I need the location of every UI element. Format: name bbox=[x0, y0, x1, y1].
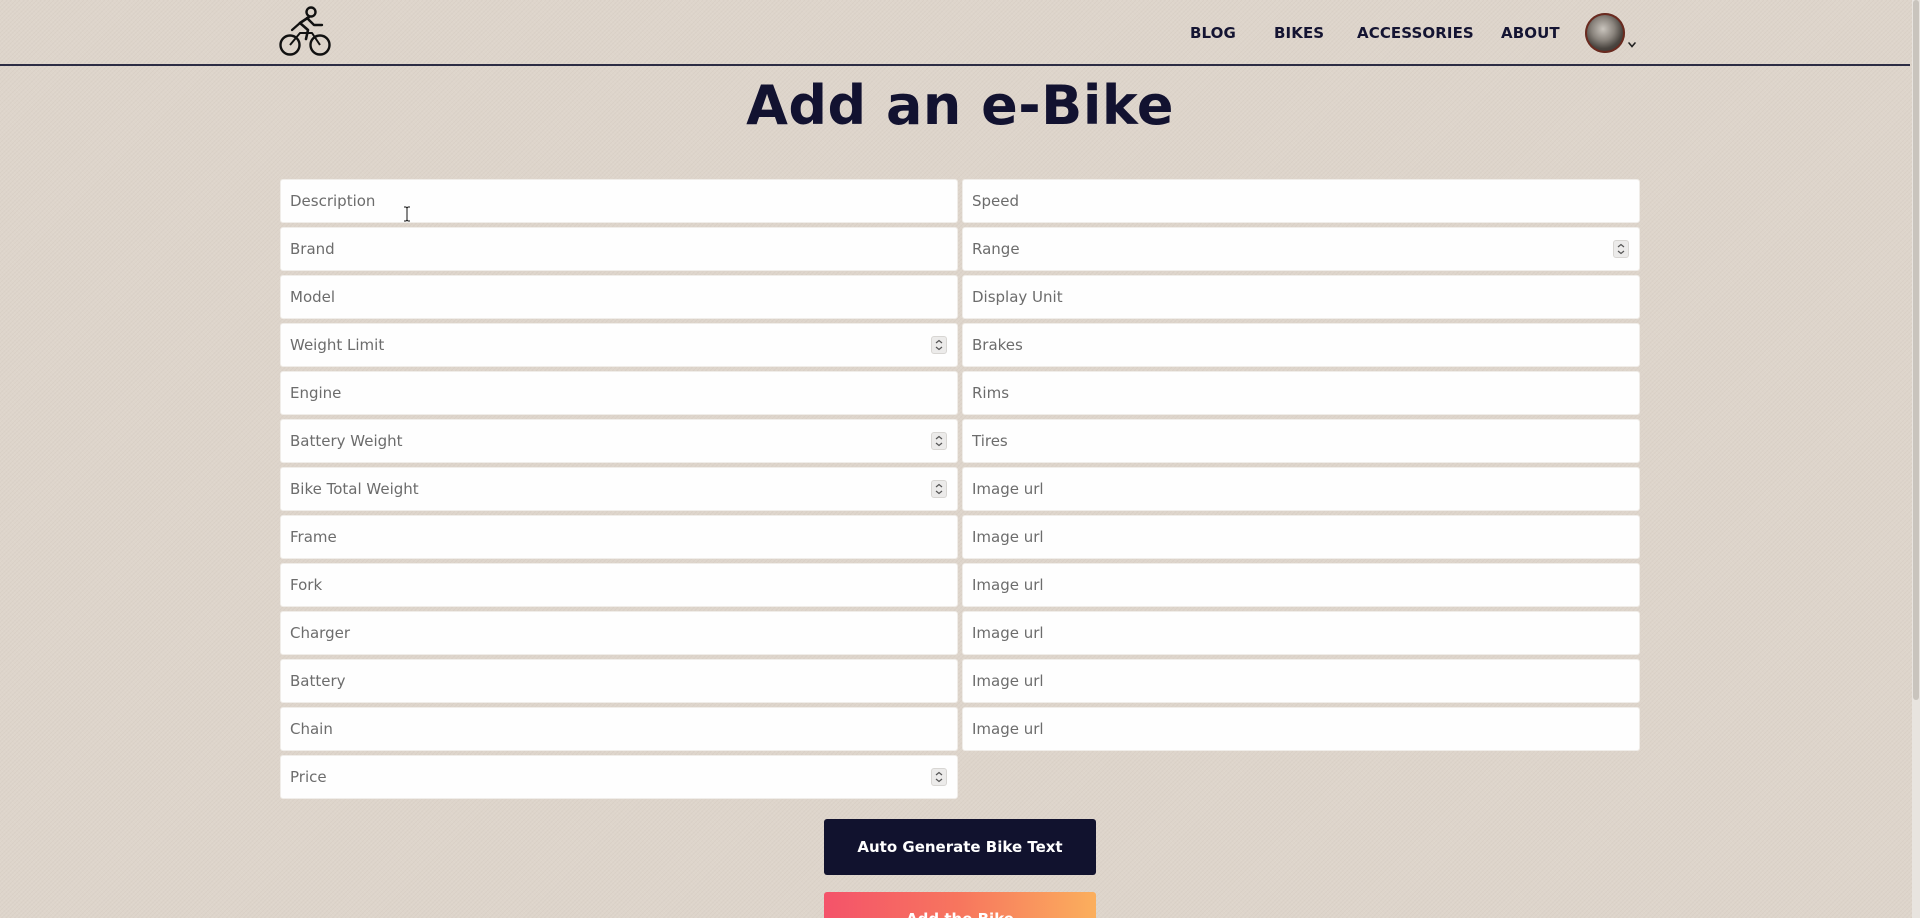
frame-field-wrapper bbox=[280, 515, 958, 559]
number-spinner-icon[interactable] bbox=[931, 768, 947, 786]
tires-field-wrapper bbox=[962, 419, 1640, 463]
number-spinner-icon[interactable] bbox=[931, 336, 947, 354]
bike-total-weight-input[interactable] bbox=[281, 468, 957, 510]
number-spinner-icon[interactable] bbox=[1613, 240, 1629, 258]
chain-input[interactable] bbox=[281, 708, 957, 750]
display-unit-input[interactable] bbox=[963, 276, 1639, 318]
brand-input[interactable] bbox=[281, 228, 957, 270]
number-spinner-icon[interactable] bbox=[931, 432, 947, 450]
user-avatar[interactable] bbox=[1585, 13, 1625, 53]
battery-input[interactable] bbox=[281, 660, 957, 702]
range-field-wrapper bbox=[962, 227, 1640, 271]
price-field-wrapper bbox=[280, 755, 958, 799]
price-input[interactable] bbox=[281, 756, 957, 798]
image-url-input-2[interactable] bbox=[963, 516, 1639, 558]
image-url-input-5[interactable] bbox=[963, 660, 1639, 702]
description-field-wrapper bbox=[280, 179, 958, 223]
image-url-field-wrapper bbox=[962, 515, 1640, 559]
chain-field-wrapper bbox=[280, 707, 958, 751]
form-column-right bbox=[962, 179, 1640, 755]
auto-generate-bike-text-button[interactable]: Auto Generate Bike Text bbox=[824, 819, 1096, 875]
frame-input[interactable] bbox=[281, 516, 957, 558]
image-url-field-wrapper bbox=[962, 611, 1640, 655]
description-input[interactable] bbox=[281, 180, 957, 222]
engine-input[interactable] bbox=[281, 372, 957, 414]
battery-weight-field-wrapper bbox=[280, 419, 958, 463]
rims-input[interactable] bbox=[963, 372, 1639, 414]
nav-link-bikes[interactable]: BIKES bbox=[1274, 24, 1324, 42]
image-url-input-4[interactable] bbox=[963, 612, 1639, 654]
nav-link-blog[interactable]: BLOG bbox=[1190, 24, 1236, 42]
image-url-input-3[interactable] bbox=[963, 564, 1639, 606]
add-bike-button[interactable]: Add the Bike bbox=[824, 892, 1096, 918]
charger-input[interactable] bbox=[281, 612, 957, 654]
speed-input[interactable] bbox=[963, 180, 1639, 222]
tires-input[interactable] bbox=[963, 420, 1639, 462]
brand-field-wrapper bbox=[280, 227, 958, 271]
fork-field-wrapper bbox=[280, 563, 958, 607]
model-field-wrapper bbox=[280, 275, 958, 319]
fork-input[interactable] bbox=[281, 564, 957, 606]
image-url-input-1[interactable] bbox=[963, 468, 1639, 510]
battery-field-wrapper bbox=[280, 659, 958, 703]
nav-link-accessories[interactable]: ACCESSORIES bbox=[1357, 24, 1474, 42]
charger-field-wrapper bbox=[280, 611, 958, 655]
model-input[interactable] bbox=[281, 276, 957, 318]
engine-field-wrapper bbox=[280, 371, 958, 415]
brakes-field-wrapper bbox=[962, 323, 1640, 367]
battery-weight-input[interactable] bbox=[281, 420, 957, 462]
image-url-field-wrapper bbox=[962, 467, 1640, 511]
number-spinner-icon[interactable] bbox=[931, 480, 947, 498]
brakes-input[interactable] bbox=[963, 324, 1639, 366]
nav-links: BLOG BIKES ACCESSORIES ABOUT bbox=[0, 24, 1640, 44]
image-url-field-wrapper bbox=[962, 563, 1640, 607]
chevron-down-icon[interactable] bbox=[1627, 35, 1637, 48]
page-title: Add an e-Bike bbox=[746, 74, 1174, 137]
nav-link-about[interactable]: ABOUT bbox=[1501, 24, 1560, 42]
weight-limit-input[interactable] bbox=[281, 324, 957, 366]
bike-total-weight-field-wrapper bbox=[280, 467, 958, 511]
top-navbar: BLOG BIKES ACCESSORIES ABOUT bbox=[0, 0, 1910, 66]
page-scrollbar[interactable] bbox=[1912, 0, 1920, 918]
form-column-left bbox=[280, 179, 958, 803]
text-cursor-icon bbox=[403, 206, 411, 222]
image-url-field-wrapper bbox=[962, 707, 1640, 751]
rims-field-wrapper bbox=[962, 371, 1640, 415]
image-url-input-6[interactable] bbox=[963, 708, 1639, 750]
speed-field-wrapper bbox=[962, 179, 1640, 223]
weight-limit-field-wrapper bbox=[280, 323, 958, 367]
image-url-field-wrapper bbox=[962, 659, 1640, 703]
range-input[interactable] bbox=[963, 228, 1639, 270]
display-unit-field-wrapper bbox=[962, 275, 1640, 319]
